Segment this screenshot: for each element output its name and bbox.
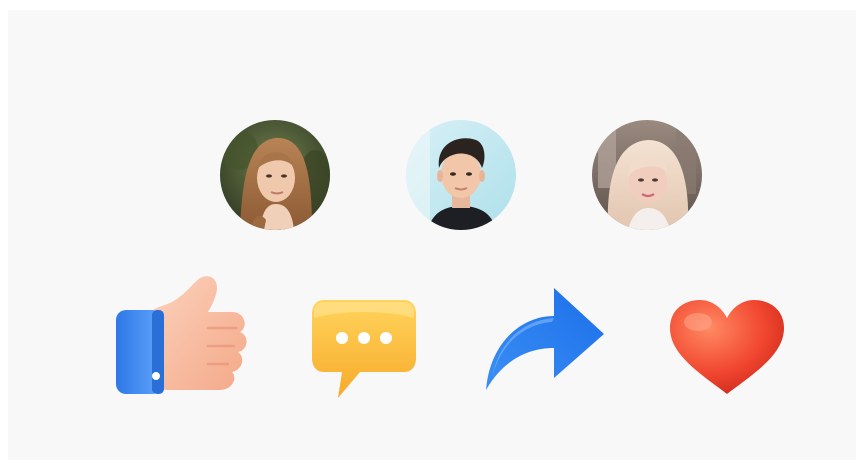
comment-bubble-icon[interactable]: [310, 298, 418, 402]
reactions-banner: [8, 10, 856, 460]
avatar-woman-brown-hair-icon: [220, 120, 330, 230]
heart-icon[interactable]: [668, 298, 786, 396]
avatar-woman-blonde-hair-icon: [592, 120, 702, 230]
thumbs-up-icon[interactable]: [112, 272, 252, 396]
share-arrow-icon[interactable]: [482, 282, 608, 394]
avatar-man-dark-hair-icon: [406, 120, 516, 230]
